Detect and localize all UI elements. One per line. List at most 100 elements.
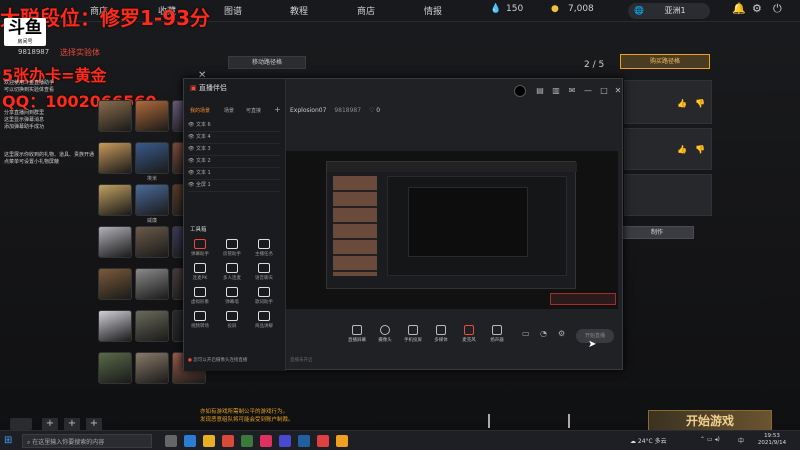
layer-row[interactable]: 👁 全屏 1 — [188, 181, 280, 192]
layer-row[interactable]: 👁 文本 2 — [188, 157, 280, 168]
hero-portrait[interactable] — [98, 226, 132, 258]
add-slot-button[interactable]: + — [64, 418, 80, 430]
hero-portrait[interactable] — [98, 100, 132, 132]
toolbox-item[interactable]: 歌词助手 — [252, 287, 276, 309]
edge-icon[interactable] — [184, 435, 196, 447]
layout-icon[interactable]: ▤ — [534, 85, 546, 97]
weather[interactable]: ☁ 24°C 多云 — [630, 436, 667, 445]
layer-row[interactable]: 👁 文本 1 — [188, 169, 280, 180]
eye-icon[interactable]: 👁 — [188, 170, 194, 176]
hero-portrait[interactable] — [135, 226, 169, 258]
taskbar-search-input[interactable]: ⌕ 在这里输入你要搜索的内容 — [22, 434, 152, 448]
steam-icon[interactable] — [298, 435, 310, 447]
media-button[interactable]: 多媒体 — [426, 325, 456, 343]
tab-scene[interactable]: 场景 — [224, 107, 234, 114]
tab-my-scene[interactable]: 我的场景 — [190, 107, 210, 114]
add-slot-button[interactable]: + — [86, 418, 102, 430]
toolbox-item[interactable]: 语音聊天 — [252, 263, 276, 285]
task-view-icon[interactable] — [165, 435, 177, 447]
toolbox-item[interactable]: 视频转场 — [188, 311, 212, 333]
toolbox-item[interactable]: 弹幕墙 — [220, 287, 244, 309]
hero-portrait[interactable] — [98, 310, 132, 342]
toolbox-item[interactable]: 投屏 — [220, 311, 244, 333]
mic-button[interactable]: 麦克风 — [454, 325, 484, 343]
hero-portrait[interactable] — [135, 184, 169, 216]
thumbs-down-icon[interactable]: 👎 — [695, 145, 705, 154]
gear-icon[interactable]: ⚙ — [752, 2, 762, 15]
hero-portrait[interactable] — [98, 352, 132, 384]
clock[interactable]: 19:53 2021/9/14 — [752, 433, 792, 447]
thumbs-down-icon[interactable]: 👎 — [695, 99, 705, 108]
hero-portrait[interactable] — [135, 352, 169, 384]
eye-icon[interactable]: 👁 — [188, 158, 194, 164]
toolbox-item[interactable]: 弹幕助手 — [188, 239, 212, 261]
hero-portrait[interactable] — [135, 100, 169, 132]
add-scene-icon[interactable]: + — [274, 105, 281, 114]
eye-icon[interactable]: 👁 — [188, 134, 194, 140]
hero-portrait[interactable] — [98, 184, 132, 216]
nav-intel[interactable]: 情报 — [424, 4, 442, 17]
heart-icon: ♡ — [368, 107, 375, 114]
ime-indicator[interactable]: 中 — [738, 436, 744, 445]
camera-button[interactable]: 摄像头 — [370, 325, 400, 343]
region-label: 亚洲1 — [664, 6, 686, 15]
power-icon[interactable]: ⏻ — [773, 2, 782, 16]
message-icon[interactable]: ✉ — [566, 85, 578, 97]
buy-path-button[interactable]: 购买路径格 — [620, 54, 710, 69]
hero-portrait[interactable] — [135, 310, 169, 342]
folder-icon[interactable] — [203, 435, 215, 447]
minimize-icon[interactable]: — — [582, 85, 594, 97]
close-icon[interactable]: ✕ — [612, 85, 624, 97]
eye-icon[interactable]: 👁 — [188, 182, 194, 188]
app-logo-icon: ▣ — [190, 84, 197, 92]
game-icon[interactable] — [336, 435, 348, 447]
toolbox-item[interactable]: 多人连麦 — [220, 263, 244, 285]
nav-store[interactable]: 商店 — [357, 4, 375, 17]
nav-tutorial[interactable]: 教程 — [290, 4, 308, 17]
layer-row[interactable]: 👁 文本 4 — [188, 133, 280, 144]
hero-portrait[interactable] — [135, 142, 169, 174]
phone-cast-button[interactable]: 手机投屏 — [398, 325, 428, 343]
video-icon[interactable]: ▭ — [522, 329, 530, 338]
toolbox-item[interactable]: 房管助手 — [220, 239, 244, 261]
hero-portrait[interactable] — [98, 142, 132, 174]
layer-row[interactable]: 👁 文本 3 — [188, 145, 280, 156]
screen-share-button[interactable]: 直播屏幕 — [342, 325, 372, 343]
windows-start-icon[interactable]: ⊞ — [4, 435, 16, 447]
hero-portrait[interactable] — [98, 268, 132, 300]
layout-icon[interactable]: ▥ — [550, 85, 562, 97]
bottom-slot[interactable] — [10, 418, 32, 430]
clip-icon[interactable]: ◔ — [540, 329, 547, 338]
toolbox-item[interactable]: 主播任务 — [252, 239, 276, 261]
layer-row[interactable]: 👁 文本 6 — [188, 121, 280, 132]
gear-icon[interactable]: ⚙ — [558, 329, 565, 338]
logo-subtext: 房间号 — [17, 39, 33, 45]
app-icon[interactable] — [317, 435, 329, 447]
record-icon[interactable] — [514, 85, 526, 97]
speaker-button[interactable]: 扬声器 — [482, 325, 512, 343]
thumbs-up-icon[interactable]: 👍 — [677, 145, 687, 154]
add-slot-button[interactable]: + — [42, 418, 58, 430]
eye-icon[interactable]: 👁 — [188, 122, 194, 128]
make-button[interactable]: 制作 — [620, 226, 694, 239]
tray-icons[interactable]: ⌃ ▭ ◂) — [700, 436, 720, 443]
toolbox-item[interactable]: 连麦PK — [188, 263, 212, 285]
nav-map[interactable]: 图谱 — [224, 4, 242, 17]
move-path-button[interactable]: 移动路径格 — [228, 56, 306, 69]
cursor-icon: ➤ — [588, 339, 597, 350]
app-icon[interactable] — [222, 435, 234, 447]
thumbs-up-icon[interactable]: 👍 — [677, 99, 687, 108]
eye-icon[interactable]: 👁 — [188, 146, 194, 152]
app-icon[interactable] — [279, 435, 291, 447]
app-icon[interactable] — [260, 435, 272, 447]
toolbox-item[interactable]: 虚拟形象 — [188, 287, 212, 309]
preview-canvas[interactable] — [286, 151, 618, 309]
tab-direct[interactable]: 可直接 — [246, 107, 261, 114]
toolbox-item[interactable]: 商品讲解 — [252, 311, 276, 333]
bell-icon[interactable]: 🔔 — [732, 2, 746, 15]
hero-portrait[interactable] — [135, 268, 169, 300]
region-selector[interactable]: 🌐 亚洲1 — [628, 3, 710, 19]
maximize-icon[interactable]: □ — [598, 85, 610, 97]
start-game-button[interactable]: 开始游戏 — [648, 410, 772, 432]
app-icon[interactable] — [241, 435, 253, 447]
